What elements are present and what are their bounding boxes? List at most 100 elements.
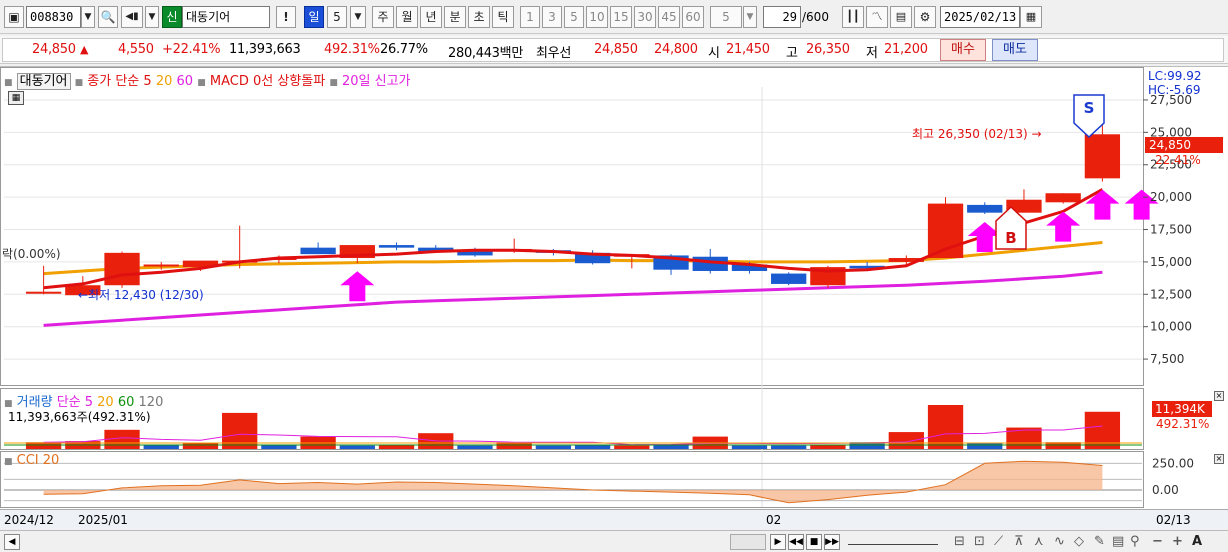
best-ask: 24,850 (594, 42, 638, 57)
speed-slider[interactable] (848, 539, 938, 545)
cci-area (43, 461, 1103, 503)
period-number[interactable]: 5 (327, 6, 347, 28)
tab-week[interactable]: 주 (372, 6, 394, 28)
legend-ma-close[interactable]: 종가 단순 5 (87, 74, 151, 89)
price-change-pct: +22.41% (162, 42, 221, 57)
fib-icon[interactable]: ⊼ (1014, 534, 1024, 549)
legend-bullet-icon: ■ (197, 78, 206, 88)
play-icon[interactable]: ▶ (770, 534, 786, 550)
window-menu-icon[interactable]: ▣ (4, 6, 24, 28)
candle-body (1084, 134, 1121, 179)
interval-30[interactable]: 30 (634, 6, 656, 28)
interval-10[interactable]: 10 (586, 6, 608, 28)
legend-bullet-icon: ■ (4, 78, 13, 88)
current-price-tag: 24,850 (1145, 137, 1223, 153)
table-toggle-icon[interactable]: ▦ (8, 91, 24, 105)
chart-scroller: ◀ ▶ ◀◀ ■ ▶▶ ⊟ ⊡ ⟋ ⊼ ⋏ ∿ ◇ ✎ ▤ ⚲ − + A (0, 530, 1228, 552)
legend-macd[interactable]: MACD 0선 상향돌파 (210, 74, 325, 89)
zoom-icon[interactable]: ⚲ (1130, 534, 1140, 549)
volume: 11,393,663 (229, 42, 301, 57)
change-arrow: ▲ (80, 43, 89, 56)
line-chart-icon[interactable]: 〽 (866, 6, 888, 28)
wave-icon[interactable]: ∿ (1054, 534, 1065, 549)
current-price: 24,850 (32, 42, 76, 57)
legend-cci[interactable]: CCI 20 (17, 453, 60, 468)
cut-label: 락(0.00%) (2, 247, 61, 261)
price-legend: ■ 대동기어 ■ 종가 단순 5 20 60 ■ MACD 0선 상향돌파 ■ … (4, 70, 411, 90)
buy-button[interactable]: 매수 (940, 39, 986, 61)
shape-icon[interactable]: ◇ (1074, 534, 1084, 549)
zoom-out-icon[interactable]: − (1152, 534, 1163, 549)
chart-area[interactable]: 27,500 25,000 22,500 20,000 17,500 15,000 12,5… (0, 66, 1228, 529)
period-dropdown-icon[interactable]: ▼ (350, 6, 366, 28)
print-icon[interactable]: ▤ (1112, 534, 1124, 549)
legend-high20[interactable]: 20일 신고가 (342, 74, 411, 89)
search-icon[interactable]: 🔍 (98, 6, 118, 28)
x-label-feb: 02 (766, 513, 782, 527)
volume-tag: 11,394K (1152, 401, 1212, 417)
calendar-icon[interactable]: ▦ (1020, 6, 1042, 28)
stock-name-tag[interactable]: 대동기어 (16, 73, 71, 90)
bar-count-input[interactable]: 29 (763, 6, 801, 28)
tab-month[interactable]: 월 (396, 6, 418, 28)
layout-icon[interactable]: ⊡ (974, 534, 985, 549)
save-icon[interactable]: ▤ (890, 6, 912, 28)
close-pane-icon[interactable]: × (1214, 454, 1224, 464)
stock-code-input[interactable]: 008830 (26, 6, 81, 28)
trend-icon[interactable]: ⋏ (1034, 534, 1044, 549)
y-tick-label: 20,000 (1150, 190, 1192, 204)
speaker-dropdown-icon[interactable]: ▼ (145, 6, 159, 28)
interval-1[interactable]: 1 (520, 6, 540, 28)
gear-icon[interactable]: ⚙ (914, 6, 936, 28)
tab-day[interactable]: 일 (304, 6, 324, 28)
interval-dropdown-icon[interactable]: ▼ (743, 6, 757, 28)
tab-minute[interactable]: 분 (444, 6, 466, 28)
forward-icon[interactable]: ▶▶ (824, 534, 840, 550)
interval-5[interactable]: 5 (564, 6, 584, 28)
candle-icon[interactable]: ┃┃ (842, 6, 864, 28)
interval-3[interactable]: 3 (542, 6, 562, 28)
x-axis: 2024/12 2025/01 02 02/13 (0, 509, 1228, 529)
text-tool-icon[interactable]: A (1192, 534, 1202, 549)
cci-line (43, 460, 1103, 504)
legend-bullet-icon: ■ (74, 78, 84, 88)
tab-tick[interactable]: 틱 (492, 6, 514, 28)
low-price: 21,200 (884, 42, 928, 57)
pencil-icon[interactable]: ✎ (1094, 534, 1105, 549)
code-dropdown-icon[interactable]: ▼ (81, 6, 95, 28)
rewind-icon[interactable]: ◀◀ (788, 534, 804, 550)
cci-tick-label: 250.00 (1152, 456, 1194, 470)
legend-ma20[interactable]: 20 (156, 74, 173, 89)
zoom-in-icon[interactable]: + (1172, 534, 1183, 549)
close-pane-icon[interactable]: × (1214, 391, 1224, 401)
high-label: 고 (786, 46, 798, 61)
open-label: 시 (708, 46, 720, 61)
legend-ma60[interactable]: 60 (177, 74, 194, 89)
alert-button[interactable]: ! (276, 6, 296, 28)
interval-60[interactable]: 60 (682, 6, 704, 28)
hc-value: HC:-5.69 (1148, 83, 1201, 97)
split-icon[interactable]: ⊟ (954, 534, 965, 549)
stock-name-field[interactable]: 대동기어 (182, 6, 270, 28)
y-tick-label: 7,500 (1150, 352, 1184, 366)
candle-body (143, 264, 179, 267)
best-label: 최우선 (536, 46, 571, 61)
date-input[interactable]: 2025/02/13 (940, 6, 1020, 28)
quote-bar: 24,850 ▲ 4,550 +22.41% 11,393,663 492.31… (0, 36, 1228, 64)
candle-body (104, 252, 140, 286)
interval-15[interactable]: 15 (610, 6, 632, 28)
scroll-thumb[interactable] (730, 534, 766, 550)
interval-45[interactable]: 45 (658, 6, 680, 28)
scroll-left-icon[interactable]: ◀ (4, 534, 20, 550)
draw-line-icon[interactable]: ⟋ (994, 534, 1003, 549)
tab-second[interactable]: 초 (468, 6, 490, 28)
trade-value: 280,443백만 (448, 46, 523, 61)
stop-icon[interactable]: ■ (806, 534, 822, 550)
up-arrow-marker (340, 271, 375, 302)
tab-year[interactable]: 년 (420, 6, 442, 28)
volume-bar (222, 412, 258, 449)
interval-select[interactable]: 5 (710, 6, 742, 28)
y-tick-label: 17,500 (1150, 223, 1192, 237)
speaker-icon[interactable]: ◀▮ (121, 6, 143, 28)
sell-button[interactable]: 매도 (992, 39, 1038, 61)
